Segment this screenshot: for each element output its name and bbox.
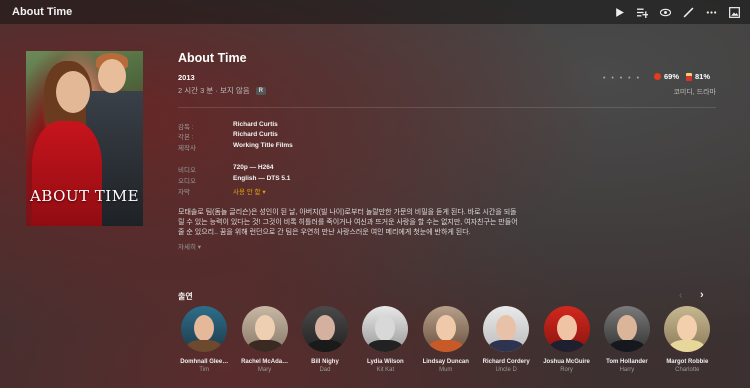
watched-eye-icon[interactable] bbox=[654, 0, 677, 24]
subtitle-dropdown[interactable]: 사용 안 함 ▾ bbox=[233, 186, 266, 196]
movie-poster[interactable]: ABOUT TIME bbox=[26, 51, 143, 226]
avatar bbox=[483, 306, 530, 352]
cast-name: Margot Robbie bbox=[666, 359, 709, 365]
critic-score: 69% bbox=[664, 72, 680, 81]
media-row: 비디오 720p — H264 bbox=[178, 164, 273, 174]
cast-member[interactable]: Domhnall Glee… Tim bbox=[174, 306, 234, 373]
cast-member[interactable]: Joshua McGuire Rory bbox=[536, 306, 596, 373]
cast-name: Rachel McAda… bbox=[241, 359, 289, 365]
avatar bbox=[664, 306, 711, 352]
cast-role: Tim bbox=[199, 367, 210, 373]
cast-member[interactable]: Margot Robbie Charlotte bbox=[657, 306, 717, 373]
avatar bbox=[301, 306, 348, 352]
cast-member[interactable]: Richard Cordery Uncle D bbox=[476, 306, 536, 373]
tomato-icon bbox=[654, 73, 661, 80]
media-row: 자막 사용 안 함 ▾ bbox=[178, 186, 266, 196]
genres: 코미디, 드라마 bbox=[673, 89, 716, 96]
more-toggle[interactable]: 자세히 ▾ bbox=[178, 241, 201, 251]
avatar bbox=[422, 306, 469, 352]
cast-role: Mum bbox=[439, 367, 453, 373]
cast-name: Joshua McGuire bbox=[543, 359, 590, 365]
media-label: 비디오 bbox=[178, 167, 196, 174]
play-icon[interactable] bbox=[608, 0, 631, 24]
popcorn-icon bbox=[686, 72, 693, 81]
user-star-rating[interactable]: • • • • • bbox=[603, 75, 641, 82]
avatar bbox=[181, 306, 228, 352]
cast-role: Harry bbox=[619, 367, 635, 373]
window-title: About Time bbox=[12, 6, 73, 18]
cast-role: Dad bbox=[319, 367, 331, 373]
cast-member[interactable]: Lindsay Duncan Mum bbox=[416, 306, 476, 373]
cast-prev-arrow[interactable]: ‹ bbox=[679, 290, 682, 301]
avatar bbox=[241, 306, 288, 352]
meta-separator: · bbox=[213, 86, 220, 95]
movie-year: 2013 bbox=[178, 73, 195, 82]
add-to-playlist-icon[interactable] bbox=[631, 0, 654, 24]
credit-label: 각본 : bbox=[178, 134, 194, 141]
cast-name: Domhnall Glee… bbox=[180, 359, 229, 365]
studio-value[interactable]: Working Title Films bbox=[233, 142, 293, 152]
cast-section-title: 출연 bbox=[178, 292, 193, 301]
poster-figure bbox=[98, 59, 126, 93]
summary-text: 모태솔로 팀(돔놀 글리슨)은 성인이 된 날, 아버지(빌 나이)로부터 놀랄… bbox=[178, 209, 518, 236]
media-label: 자막 bbox=[178, 189, 190, 196]
credit-row: 제작사 Working Title Films bbox=[178, 142, 293, 152]
more-icon[interactable] bbox=[700, 0, 723, 24]
poster-figure bbox=[32, 121, 102, 226]
cast-role: Rory bbox=[560, 367, 573, 373]
avatar bbox=[362, 306, 409, 352]
cast-next-arrow[interactable]: › bbox=[700, 289, 704, 301]
movie-title: About Time bbox=[178, 51, 247, 65]
cast-list: Domhnall Glee… Tim Rachel McAda… Mary Bi… bbox=[174, 306, 718, 373]
audio-value[interactable]: English — DTS 5.1 bbox=[233, 175, 290, 185]
cast-role: Charlotte bbox=[675, 367, 700, 373]
edit-pencil-icon[interactable] bbox=[677, 0, 700, 24]
cast-role: Mary bbox=[257, 367, 272, 373]
artwork-icon[interactable] bbox=[723, 0, 746, 24]
writer-value[interactable]: Richard Curtis bbox=[233, 131, 278, 141]
watched-status: 보지 않음 bbox=[219, 86, 250, 95]
credit-row: 각본 : Richard Curtis bbox=[178, 131, 278, 141]
cast-member[interactable]: Lydia Wilson Kit Kat bbox=[355, 306, 415, 373]
credit-row: 감독 : Richard Curtis bbox=[178, 121, 278, 131]
cast-name: Tom Hollander bbox=[606, 359, 648, 365]
audience-score: 81% bbox=[695, 72, 711, 81]
avatar bbox=[603, 306, 650, 352]
avatar bbox=[543, 306, 590, 352]
video-value: 720p — H264 bbox=[233, 164, 274, 171]
cast-member[interactable]: Bill Nighy Dad bbox=[295, 306, 355, 373]
toolbar bbox=[608, 0, 746, 24]
movie-meta: 2 시간 3 분 · 보지 않음 R bbox=[178, 85, 266, 96]
content-rating-badge: R bbox=[255, 86, 266, 95]
cast-member[interactable]: Rachel McAda… Mary bbox=[234, 306, 294, 373]
cast-role: Kit Kat bbox=[376, 367, 395, 373]
poster-figure bbox=[56, 71, 90, 113]
credit-label: 감독 : bbox=[178, 124, 194, 131]
cast-name: Lindsay Duncan bbox=[422, 359, 469, 365]
media-label: 오디오 bbox=[178, 178, 196, 185]
cast-role: Uncle D bbox=[495, 367, 517, 373]
top-bar: About Time bbox=[0, 0, 750, 24]
director-value[interactable]: Richard Curtis bbox=[233, 121, 278, 131]
cast-name: Bill Nighy bbox=[311, 359, 339, 365]
cast-name: Lydia Wilson bbox=[367, 359, 404, 365]
movie-details: About Time 2013 2 시간 3 분 · 보지 않음 R • • •… bbox=[178, 51, 716, 251]
poster-title: ABOUT TIME bbox=[29, 187, 140, 205]
media-row: 오디오 English — DTS 5.1 bbox=[178, 175, 290, 185]
duration: 2 시간 3 분 bbox=[178, 86, 214, 95]
divider bbox=[178, 107, 716, 108]
cast-name: Richard Cordery bbox=[482, 359, 530, 365]
cast-member[interactable]: Tom Hollander Harry bbox=[597, 306, 657, 373]
ratings: 69% 81% bbox=[654, 72, 710, 81]
credit-label: 제작사 bbox=[178, 145, 196, 152]
